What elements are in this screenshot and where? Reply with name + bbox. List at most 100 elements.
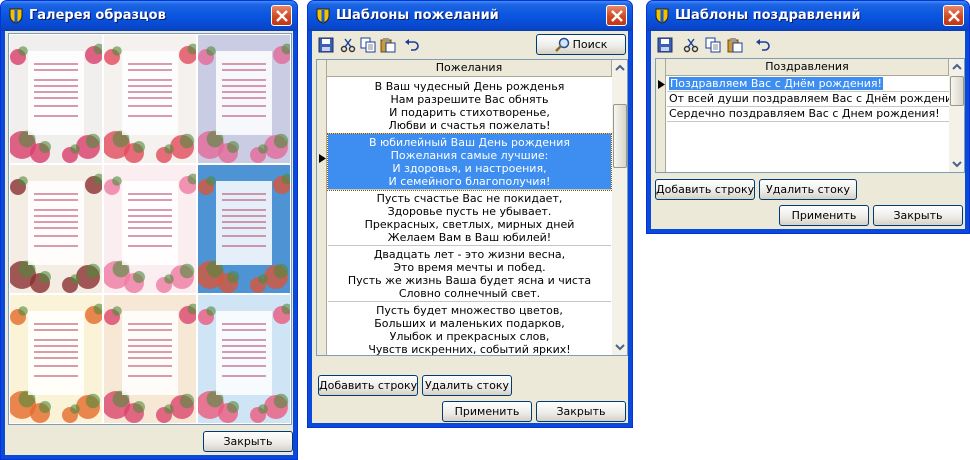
table-cell: От всей души поздравляем Вас с Днём рожд… xyxy=(669,92,949,105)
thumbnail-grid xyxy=(8,33,292,425)
scroll-down-icon[interactable] xyxy=(612,339,628,355)
wishes-titlebar[interactable]: Шаблоны пожеланий xyxy=(308,1,632,31)
save-icon[interactable] xyxy=(657,37,673,53)
card-text-line xyxy=(222,375,266,377)
gallery-thumbnail[interactable] xyxy=(10,165,102,293)
table-cell-line: Нам разрешите Вас обнять xyxy=(390,93,549,106)
card-text-line xyxy=(34,215,78,217)
card-text-line xyxy=(128,193,172,195)
scroll-thumb[interactable] xyxy=(950,76,964,106)
card-text-line xyxy=(222,245,266,247)
table-cell-line: Больших и маленьких подарков, xyxy=(374,317,565,330)
gallery-thumbnail[interactable] xyxy=(198,165,290,293)
card-text-line xyxy=(34,85,78,87)
greetings-close-button[interactable]: Закрыть xyxy=(873,205,963,226)
table-cell-line: И семейного благополучия! xyxy=(388,175,551,188)
app-shield-icon xyxy=(316,8,330,24)
gallery-thumbnail[interactable] xyxy=(104,295,196,423)
search-button[interactable]: Поиск xyxy=(536,34,626,55)
table-cell: Сердечно поздравляем Вас с Днем рождения… xyxy=(669,107,940,120)
app-shield-icon xyxy=(655,8,669,24)
table-row[interactable]: Пусть будет множество цветов, Больших и м… xyxy=(328,302,611,356)
gallery-close-x-button[interactable] xyxy=(271,5,292,26)
gallery-thumbnail[interactable] xyxy=(198,35,290,163)
greetings-title: Шаблоны поздравлений xyxy=(675,8,861,23)
card-text-line xyxy=(128,365,172,367)
card-text-line xyxy=(128,375,172,377)
card-text-line xyxy=(128,215,172,217)
delete-row-button[interactable]: Удалить стоку xyxy=(422,375,512,396)
wishes-client: Поиск Пожелания В Ваш чудесный День рожд… xyxy=(312,31,628,423)
add-row-button[interactable]: Добавить строку xyxy=(655,179,755,200)
apply-button[interactable]: Применить xyxy=(442,401,532,422)
table-row[interactable]: От всей души поздравляем Вас с Днём рожд… xyxy=(667,92,949,107)
card-text-line xyxy=(128,221,172,223)
wishes-column-header[interactable]: Пожелания xyxy=(327,60,612,77)
gallery-thumbnail[interactable] xyxy=(198,295,290,423)
table-cell-line: И подарить стихотворенье, xyxy=(389,106,550,119)
search-label: Поиск xyxy=(572,38,608,51)
cut-icon[interactable] xyxy=(683,37,699,53)
table-cell-line: Чувств искренних, событий ярких! xyxy=(368,343,571,356)
wishes-close-button[interactable]: Закрыть xyxy=(536,401,626,422)
table-row[interactable]: В Ваш чудесный День рожденья Нам разрешит… xyxy=(328,78,611,134)
gallery-close-button[interactable]: Закрыть xyxy=(203,431,293,452)
card-text-line xyxy=(128,85,172,87)
card-text-line xyxy=(222,115,266,117)
table-row[interactable]: Пусть счастье Вас не покидает, Здоровье п… xyxy=(328,190,611,246)
scroll-thumb[interactable] xyxy=(613,104,627,168)
current-row-arrow-icon xyxy=(658,80,665,89)
undo-icon[interactable] xyxy=(755,37,771,53)
card-text-line xyxy=(128,91,172,93)
greetings-scrollbar[interactable] xyxy=(949,59,965,172)
card-text-line xyxy=(34,357,78,359)
undo-icon[interactable] xyxy=(404,37,420,53)
card-text-line xyxy=(128,245,172,247)
scroll-up-icon[interactable] xyxy=(949,59,965,75)
table-cell-line: Пусть же жизнь Ваша будет ясна и чиста xyxy=(347,274,592,287)
copy-icon[interactable] xyxy=(360,37,376,53)
card-text-line xyxy=(34,323,78,325)
card-text-line xyxy=(128,63,172,65)
greetings-titlebar[interactable]: Шаблоны поздравлений xyxy=(647,1,969,31)
copy-icon[interactable] xyxy=(705,37,721,53)
scroll-up-icon[interactable] xyxy=(612,60,628,76)
apply-button[interactable]: Применить xyxy=(779,205,869,226)
gallery-titlebar[interactable]: Галерея образцов xyxy=(1,1,297,31)
gallery-thumbnail[interactable] xyxy=(104,165,196,293)
card-text-line xyxy=(34,339,78,341)
gallery-thumbnail[interactable] xyxy=(10,295,102,423)
cut-icon[interactable] xyxy=(340,37,356,53)
card-text-line xyxy=(128,339,172,341)
card-text-line xyxy=(222,193,266,195)
wishes-scrollbar[interactable] xyxy=(612,60,628,355)
table-row[interactable]: Двадцать лет - это жизни весна, Это время… xyxy=(328,246,611,302)
scroll-down-icon[interactable] xyxy=(949,156,965,172)
greetings-close-x-button[interactable] xyxy=(943,5,964,26)
greetings-grid: Поздравления Поздравляем Вас с Днём рожд… xyxy=(655,58,965,173)
card-text-line xyxy=(128,329,172,331)
card-text-line xyxy=(34,365,78,367)
card-text-line xyxy=(34,227,78,229)
card-text-line xyxy=(34,105,78,107)
table-row[interactable]: Сердечно поздравляем Вас с Днем рождения… xyxy=(667,107,949,122)
add-row-button[interactable]: Добавить строку xyxy=(318,375,418,396)
gallery-thumbnail[interactable] xyxy=(10,35,102,163)
greetings-column-header[interactable]: Поздравления xyxy=(666,59,949,76)
paste-icon[interactable] xyxy=(727,37,743,53)
paste-icon[interactable] xyxy=(380,37,396,53)
card-text-line xyxy=(222,85,266,87)
card-text-line xyxy=(222,63,266,65)
row-indicator-column xyxy=(317,60,327,355)
gallery-client: Закрыть xyxy=(5,31,293,455)
save-icon[interactable] xyxy=(318,37,334,53)
delete-row-button[interactable]: Удалить стоку xyxy=(759,179,857,200)
card-text-line xyxy=(128,115,172,117)
card-text-line xyxy=(34,329,78,331)
table-row[interactable]: В юбилейный Ваш День рождения Пожелания с… xyxy=(327,133,612,191)
wishes-close-x-button[interactable] xyxy=(606,5,627,26)
card-text-line xyxy=(34,345,78,347)
table-row[interactable]: Поздравляем Вас с Днём рождения! xyxy=(667,77,949,92)
card-text-line xyxy=(222,199,266,201)
gallery-thumbnail[interactable] xyxy=(104,35,196,163)
